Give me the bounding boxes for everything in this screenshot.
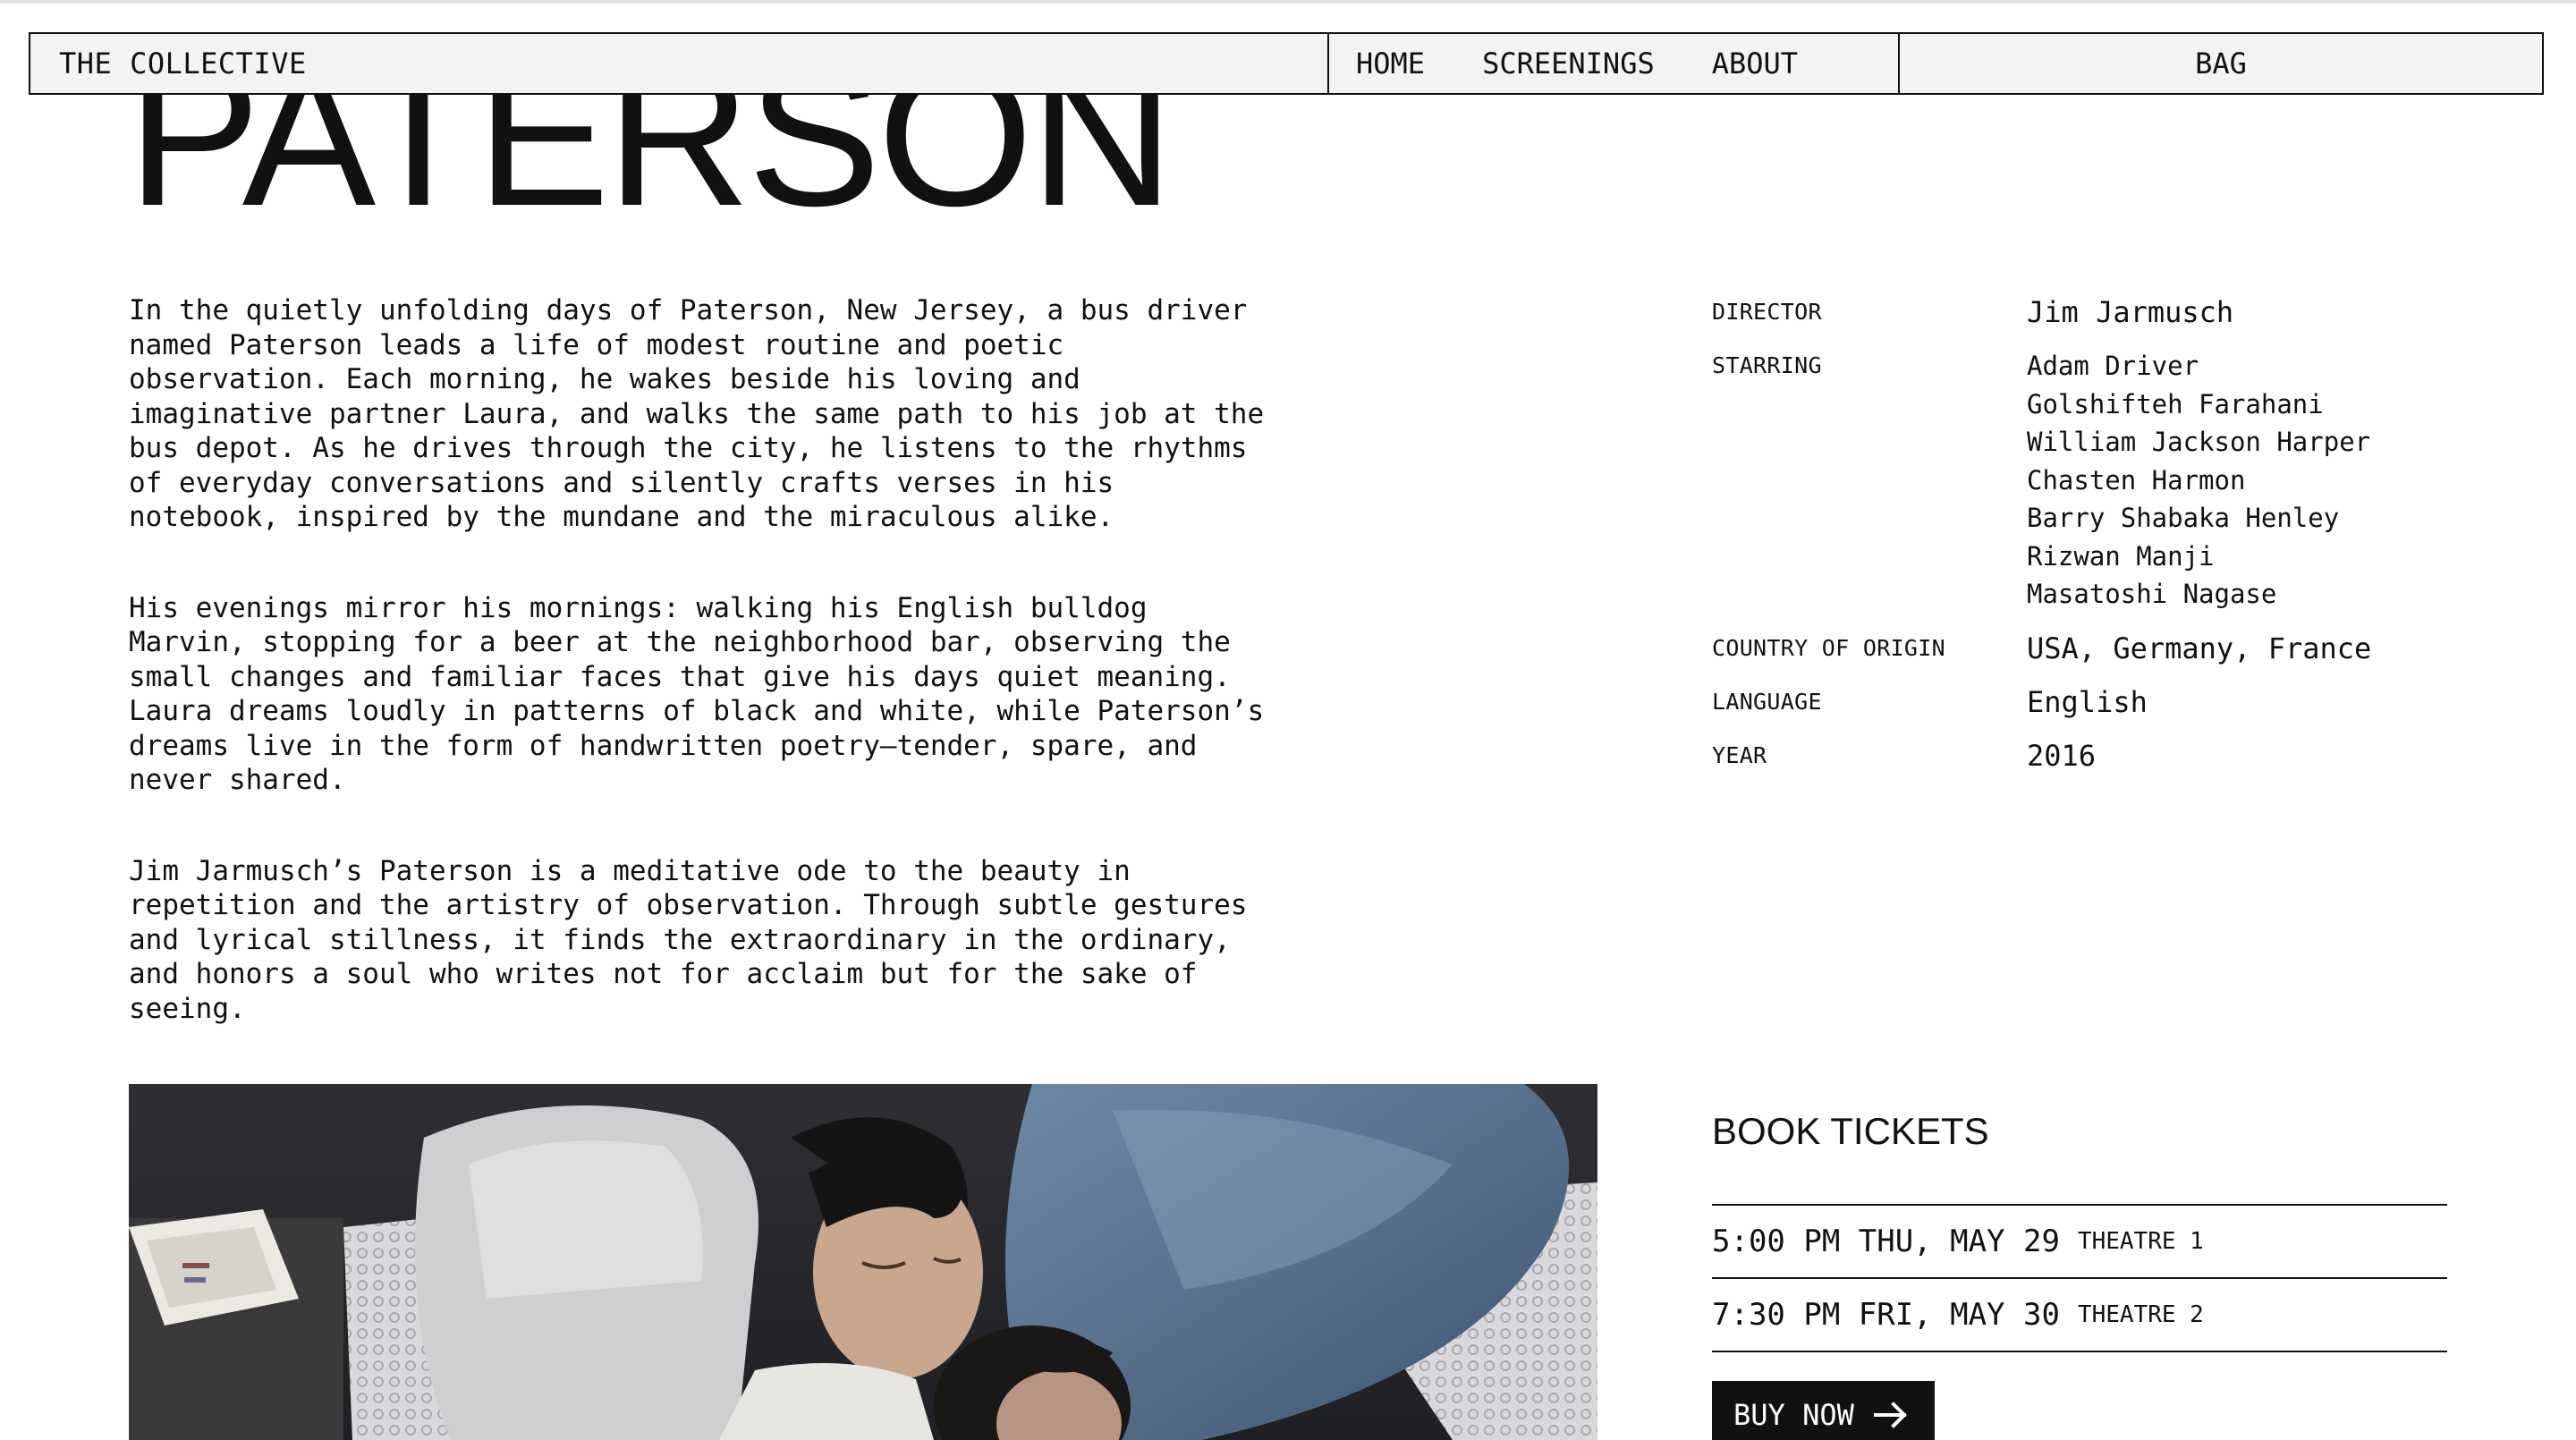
cast-member: Chasten Harmon	[2027, 464, 2246, 496]
credit-label: DIRECTOR	[1712, 299, 1822, 325]
credit-label: YEAR	[1712, 741, 1767, 768]
cast-member: Adam Driver	[2027, 351, 2199, 381]
buy-now-button[interactable]: BUY NOW	[1712, 1381, 1935, 1440]
synopsis-paragraph: In the quietly unfolding days of Paterso…	[129, 294, 1265, 533]
cast-member: Rizwan Manji	[2027, 540, 2215, 572]
bag-button[interactable]: BAG	[1900, 34, 2542, 93]
showtime-option[interactable]: 5:00 PM THU, MAY 29 THEATRE 1	[1712, 1206, 2447, 1279]
credit-label: COUNTRY OF ORIGIN	[1712, 634, 1945, 661]
showtime-datetime: 5:00 PM THU, MAY 29	[1712, 1224, 2060, 1259]
nav-link-home[interactable]: HOME	[1356, 47, 1425, 80]
credit-starring: STARRING Adam Driver Golshifteh Farahani…	[1712, 347, 2472, 614]
credit-country: COUNTRY OF ORIGIN USA, Germany, France	[1712, 630, 2472, 667]
showtime-list: 5:00 PM THU, MAY 29 THEATRE 1 7:30 PM FR…	[1712, 1204, 2447, 1352]
main-nav: HOME SCREENINGS ABOUT	[1329, 34, 1900, 93]
nav-link-screenings[interactable]: SCREENINGS	[1482, 47, 1655, 80]
credit-language: LANGUAGE English	[1712, 683, 2472, 721]
credit-value: USA, Germany, France	[2027, 631, 2372, 665]
credit-value: Jim Jarmusch	[2027, 295, 2234, 329]
synopsis: In the quietly unfolding days of Paterso…	[129, 293, 1345, 1082]
film-still-image	[129, 1084, 1597, 1440]
cast-member: Masatoshi Nagase	[2027, 579, 2277, 609]
credit-year: YEAR 2016	[1712, 737, 2472, 775]
synopsis-paragraph: Jim Jarmusch’s Paterson is a meditative …	[129, 854, 1248, 1025]
showtime-theatre: THEATRE 2	[2077, 1301, 2204, 1328]
cast-member: Barry Shabaka Henley	[2027, 503, 2340, 533]
credit-value: 2016	[2027, 738, 2097, 773]
credit-value: English	[2027, 684, 2148, 719]
book-tickets-heading: BOOK TICKETS	[1712, 1110, 1989, 1152]
nav-link-about[interactable]: ABOUT	[1712, 47, 1798, 80]
cast-member: William Jackson Harper	[2027, 427, 2371, 457]
showtime-option[interactable]: 7:30 PM FRI, MAY 30 THEATRE 2	[1712, 1279, 2447, 1352]
buy-now-label: BUY NOW	[1733, 1398, 1854, 1432]
brand-logo[interactable]: THE COLLECTIVE	[30, 34, 1329, 93]
showtime-datetime: 7:30 PM FRI, MAY 30	[1712, 1297, 2060, 1333]
showtime-theatre: THEATRE 1	[2077, 1228, 2204, 1255]
site-header: THE COLLECTIVE HOME SCREENINGS ABOUT BAG	[29, 32, 2544, 95]
film-still-illustration	[129, 1084, 1597, 1440]
cast-member: Golshifteh Farahani	[2027, 388, 2324, 419]
credit-label: LANGUAGE	[1712, 688, 1822, 715]
synopsis-paragraph: His evenings mirror his mornings: walkin…	[129, 591, 1265, 797]
top-rule	[0, 0, 2576, 4]
arrow-right-icon	[1873, 1402, 1907, 1428]
book-tickets: BOOK TICKETS 5:00 PM THU, MAY 29 THEATRE…	[1712, 1105, 2447, 1440]
film-credits: DIRECTOR Jim Jarmusch STARRING Adam Driv…	[1712, 293, 2472, 791]
credit-label: STARRING	[1712, 352, 1822, 378]
credit-director: DIRECTOR Jim Jarmusch	[1712, 293, 2472, 331]
cast-list: Adam Driver Golshifteh Farahani William …	[2027, 347, 2370, 614]
